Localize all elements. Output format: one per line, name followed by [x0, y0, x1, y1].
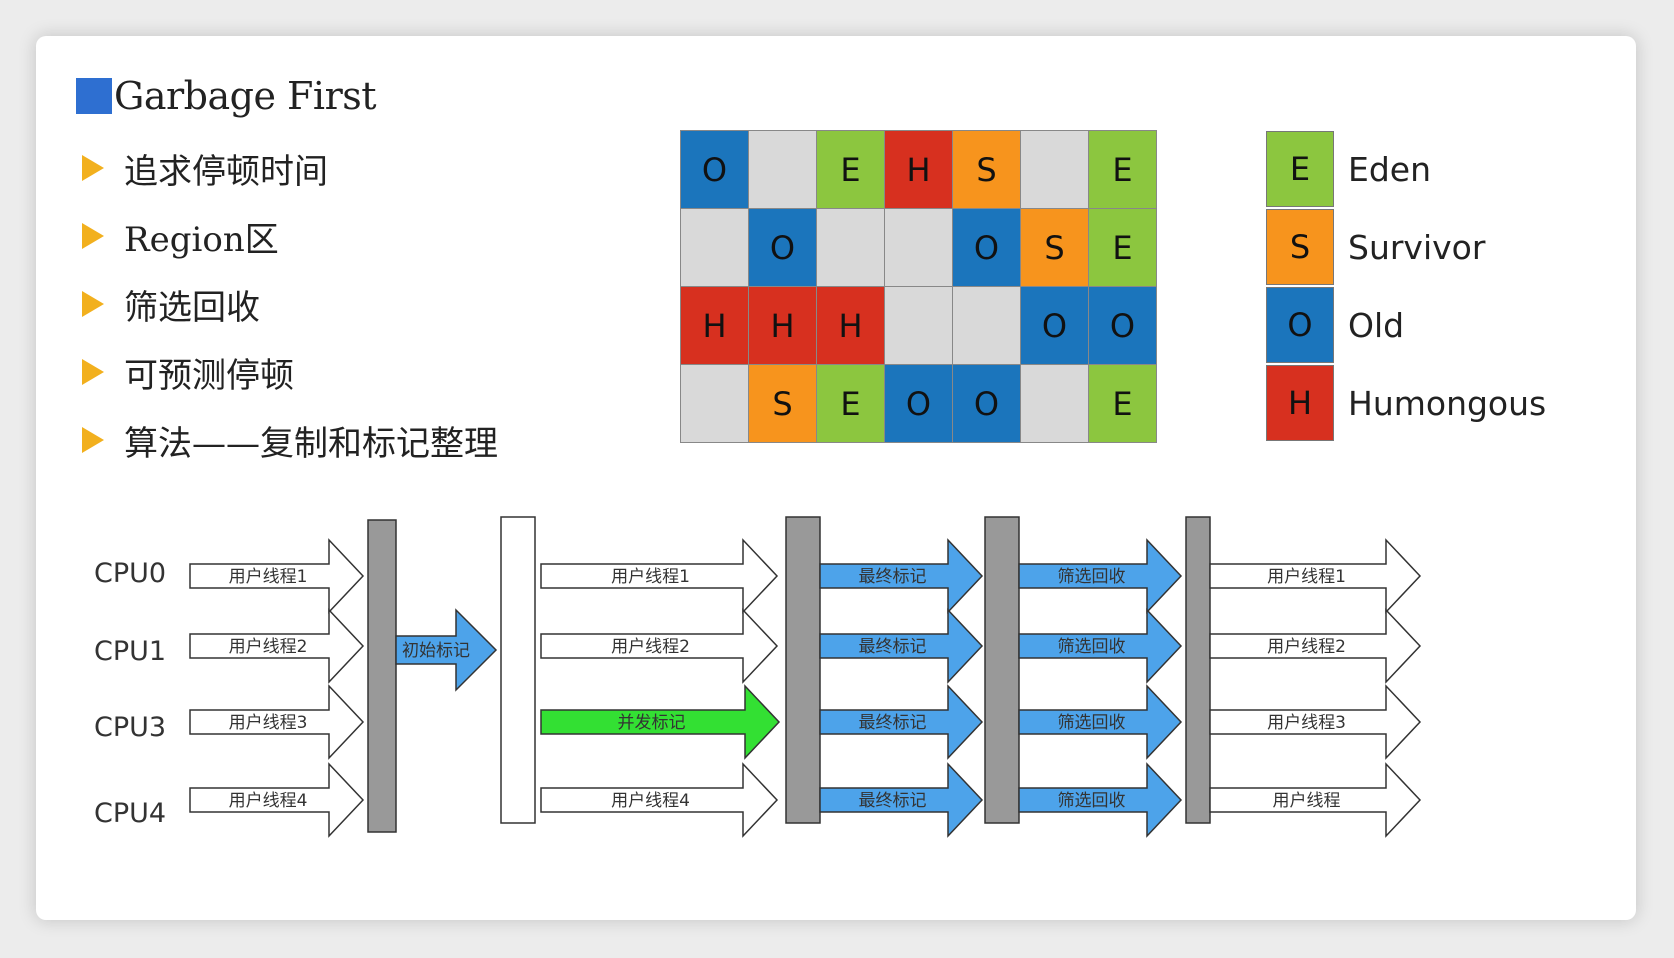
stop-the-world-bar: [1185, 516, 1211, 824]
final-mark-arrow-label: 最终标记: [859, 791, 927, 811]
slide-card: Garbage First 追求停顿时间 Region区 筛选回收 可预测停顿 …: [36, 36, 1636, 920]
user-thread-arrow-label: 用户线程1: [611, 567, 690, 587]
cpu-label: CPU1: [94, 636, 166, 667]
concurrent-start-bar: [500, 516, 536, 824]
final-mark-arrow-label: 最终标记: [859, 713, 927, 733]
stop-the-world-bar: [367, 519, 397, 833]
cleanup-arrow-label: 筛选回收: [1058, 567, 1126, 587]
final-mark-arrow-label: 最终标记: [859, 567, 927, 587]
initial-mark-arrow-label: 初始标记: [402, 641, 470, 661]
user-thread-arrow-label: 用户线程4: [611, 791, 690, 811]
user-thread-arrow-label: 用户线程1: [229, 567, 308, 587]
cleanup-arrow-label: 筛选回收: [1058, 713, 1126, 733]
user-thread-arrow-label: 用户线程2: [229, 637, 308, 657]
cleanup-arrow-label: 筛选回收: [1058, 791, 1126, 811]
user-thread-arrow-label: 用户线程2: [611, 637, 690, 657]
stop-the-world-bar: [984, 516, 1020, 824]
concurrent-mark-arrow-label: 并发标记: [618, 713, 686, 733]
cpu-label: CPU3: [94, 712, 166, 743]
user-thread-arrow-label: 用户线程1: [1267, 567, 1346, 587]
cpu-label: CPU0: [94, 558, 166, 589]
user-thread-arrow-label: 用户线程3: [1267, 713, 1346, 733]
user-thread-arrow-label: 用户线程: [1273, 791, 1341, 811]
cpu-label: CPU4: [94, 798, 166, 829]
final-mark-arrow-label: 最终标记: [859, 637, 927, 657]
user-thread-arrow-label: 用户线程4: [229, 791, 308, 811]
user-thread-arrow-label: 用户线程2: [1267, 637, 1346, 657]
stop-the-world-bar: [785, 516, 821, 824]
cleanup-arrow-label: 筛选回收: [1058, 637, 1126, 657]
user-thread-arrow-label: 用户线程3: [229, 713, 308, 733]
gc-timeline-diagram: CPU0 CPU1 CPU3 CPU4 用户线程1 用户线程2 用户线程3 用户线程4 初始标记…: [94, 516, 1422, 838]
